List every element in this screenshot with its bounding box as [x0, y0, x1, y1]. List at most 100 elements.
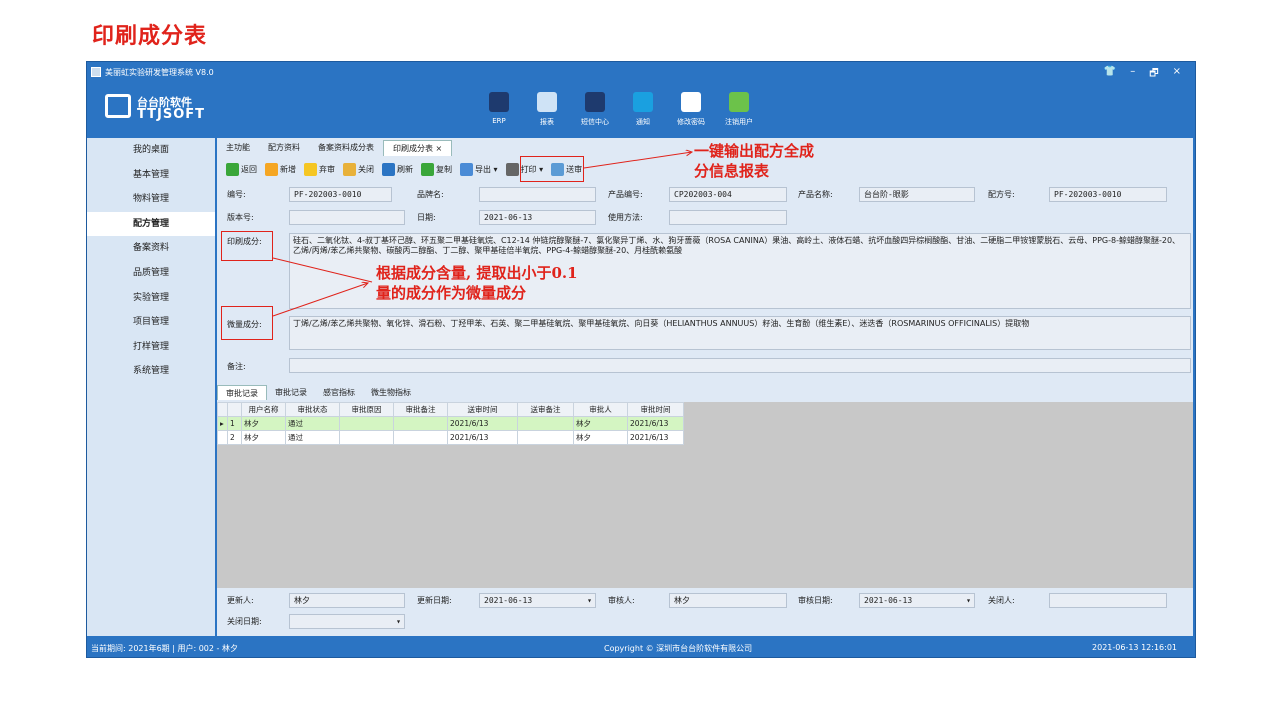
- toolbar-label: 刷新: [397, 164, 413, 174]
- subtab-2[interactable]: 感官指标: [315, 385, 363, 400]
- table-cell: 林夕: [241, 416, 286, 431]
- dropdown-arrow-icon[interactable]: ▾: [396, 615, 401, 628]
- update-date-field[interactable]: 2021-06-13 ▾: [479, 593, 596, 608]
- remark-field[interactable]: [289, 358, 1191, 373]
- sub-tab-bar: 审批记录 审批记录 感官指标 微生物指标: [217, 385, 419, 400]
- toolbar-icon: [382, 162, 395, 176]
- sidebar-item-9[interactable]: 系统管理: [87, 359, 215, 384]
- topnav-icon: [681, 92, 701, 112]
- table-cell: 2021/6/13: [447, 430, 518, 445]
- skin-icon[interactable]: 👕: [1104, 66, 1116, 83]
- table-header[interactable]: 送审时间: [447, 402, 518, 417]
- version-field[interactable]: [289, 210, 405, 225]
- table-header[interactable]: [217, 402, 228, 417]
- dropdown-arrow-icon[interactable]: ▾: [966, 594, 971, 607]
- topnav-icon: [633, 92, 653, 112]
- tab-bar: 主功能 配方资料 备案资料成分表 印刷成分表 ×: [217, 140, 453, 156]
- table-cell: 通过: [285, 416, 340, 431]
- toolbar-button-4[interactable]: 刷新: [379, 160, 416, 178]
- updater-field[interactable]: 林夕: [289, 593, 405, 608]
- topnav-item-1[interactable]: 报表: [523, 92, 571, 134]
- topnav-item-5[interactable]: 注销用户: [715, 92, 763, 134]
- table-header[interactable]: 审批时间: [627, 402, 684, 417]
- topnav-label: ERP: [492, 117, 506, 125]
- close-date-field[interactable]: ▾: [289, 614, 405, 629]
- table-cell: 2021/6/13: [627, 430, 684, 445]
- table-cell: 通过: [285, 430, 340, 445]
- formula-no-field[interactable]: PF-202003-0010: [1049, 187, 1167, 202]
- update-date-label: 更新日期:: [417, 596, 452, 605]
- sidebar-item-6[interactable]: 实验管理: [87, 286, 215, 311]
- sidebar-item-1[interactable]: 基本管理: [87, 163, 215, 188]
- topnav-item-4[interactable]: 修改密码: [667, 92, 715, 134]
- restore-button[interactable]: 🗗: [1149, 66, 1158, 83]
- sidebar-item-8[interactable]: 打样管理: [87, 335, 215, 360]
- toolbar-button-0[interactable]: 返回: [223, 160, 260, 178]
- table-header[interactable]: 审批备注: [393, 402, 448, 417]
- topnav-item-2[interactable]: 短信中心: [571, 92, 619, 134]
- trace-ingredients-field[interactable]: 丁烯/乙烯/苯乙烯共聚物、氧化锌、滑石粉、丁羟甲苯、石英、聚二甲基硅氧烷、聚甲基…: [289, 316, 1191, 350]
- subtab-3[interactable]: 微生物指标: [363, 385, 419, 400]
- table-cell: [393, 416, 448, 431]
- version-label: 版本号:: [227, 213, 254, 222]
- sidebar-item-7[interactable]: 项目管理: [87, 310, 215, 335]
- status-bar: 当前期间: 2021年6期 | 用户: 002 - 林夕 Copyright ©…: [87, 637, 1195, 657]
- table-row[interactable]: ▸ 1 林夕 通过 2021/6/13 林夕 2021/6/13: [217, 416, 684, 431]
- product-name-field[interactable]: 台台阶-眼影: [859, 187, 975, 202]
- product-code-field[interactable]: CP202003-004: [669, 187, 787, 202]
- app-window: 美丽虹实验研发管理系统 V8.0 👕 – 🗗 × 台台阶软件 TTJSOFT E…: [86, 61, 1196, 658]
- sidebar-item-3[interactable]: 配方管理: [87, 211, 215, 237]
- table-header[interactable]: 用户名称: [241, 402, 286, 417]
- toolbar-button-3[interactable]: 关闭: [340, 160, 377, 178]
- sidebar-item-0[interactable]: 我的桌面: [87, 138, 215, 163]
- date-field[interactable]: 2021-06-13: [479, 210, 596, 225]
- usage-field[interactable]: [669, 210, 787, 225]
- toolbar-icon: [265, 162, 278, 176]
- table-cell: 1: [227, 416, 242, 431]
- close-button[interactable]: ×: [1173, 66, 1181, 83]
- minimize-button[interactable]: –: [1130, 66, 1135, 83]
- toolbar-icon: [304, 162, 317, 176]
- sidebar-item-2[interactable]: 物料管理: [87, 187, 215, 212]
- sidebar: 我的桌面 基本管理 物料管理 配方管理 备案资料 品质管理 实验管理 项目管理 打样管理 系统管理: [87, 138, 215, 636]
- tab-1[interactable]: 配方资料: [259, 140, 309, 156]
- topnav-item-3[interactable]: 通知: [619, 92, 667, 134]
- toolbar-icon: [460, 162, 473, 176]
- status-datetime: 2021-06-13 12:16:01: [1092, 643, 1177, 652]
- status-copyright: Copyright © 深圳市台台阶软件有限公司: [604, 644, 753, 653]
- reviewer-field[interactable]: 林夕: [669, 593, 787, 608]
- tab-0[interactable]: 主功能: [217, 140, 259, 156]
- closer-field[interactable]: [1049, 593, 1167, 608]
- code-field[interactable]: PF-202003-0010: [289, 187, 392, 202]
- usage-label: 使用方法:: [608, 213, 643, 222]
- table-row[interactable]: 2 林夕 通过 2021/6/13 林夕 2021/6/13: [217, 430, 684, 445]
- tab-3[interactable]: 印刷成分表 ×: [383, 140, 453, 156]
- remark-label: 备注:: [227, 362, 246, 371]
- subtab-1[interactable]: 审批记录: [267, 385, 315, 400]
- table-cell: 林夕: [241, 430, 286, 445]
- toolbar-button-2[interactable]: 弃审: [301, 160, 338, 178]
- toolbar-button-1[interactable]: 新增: [262, 160, 299, 178]
- review-date-field[interactable]: 2021-06-13 ▾: [859, 593, 975, 608]
- close-date-label: 关闭日期:: [227, 617, 262, 626]
- topnav-item-0[interactable]: ERP: [475, 92, 523, 134]
- app-icon: [91, 67, 101, 77]
- table-header[interactable]: [227, 402, 242, 417]
- table-header[interactable]: 审批状态: [285, 402, 340, 417]
- window-controls: 👕 – 🗗 ×: [1104, 66, 1181, 83]
- subtab-0[interactable]: 审批记录: [217, 385, 267, 400]
- table-cell: [339, 416, 394, 431]
- table-header[interactable]: 审批原因: [339, 402, 394, 417]
- date-label: 日期:: [417, 213, 436, 222]
- topnav-label: 修改密码: [677, 118, 705, 126]
- brand-field[interactable]: [479, 187, 596, 202]
- sidebar-item-5[interactable]: 品质管理: [87, 261, 215, 286]
- dropdown-arrow-icon[interactable]: ▾: [587, 594, 592, 607]
- table-header[interactable]: 审批人: [573, 402, 628, 417]
- tab-2[interactable]: 备案资料成分表: [309, 140, 383, 156]
- sidebar-item-4[interactable]: 备案资料: [87, 236, 215, 261]
- trace-ingredients-highlight-box: [221, 306, 273, 340]
- table-header[interactable]: 送审备注: [517, 402, 574, 417]
- toolbar-button-5[interactable]: 复制: [418, 160, 455, 178]
- toolbar-button-6[interactable]: 导出 ▾: [457, 160, 501, 178]
